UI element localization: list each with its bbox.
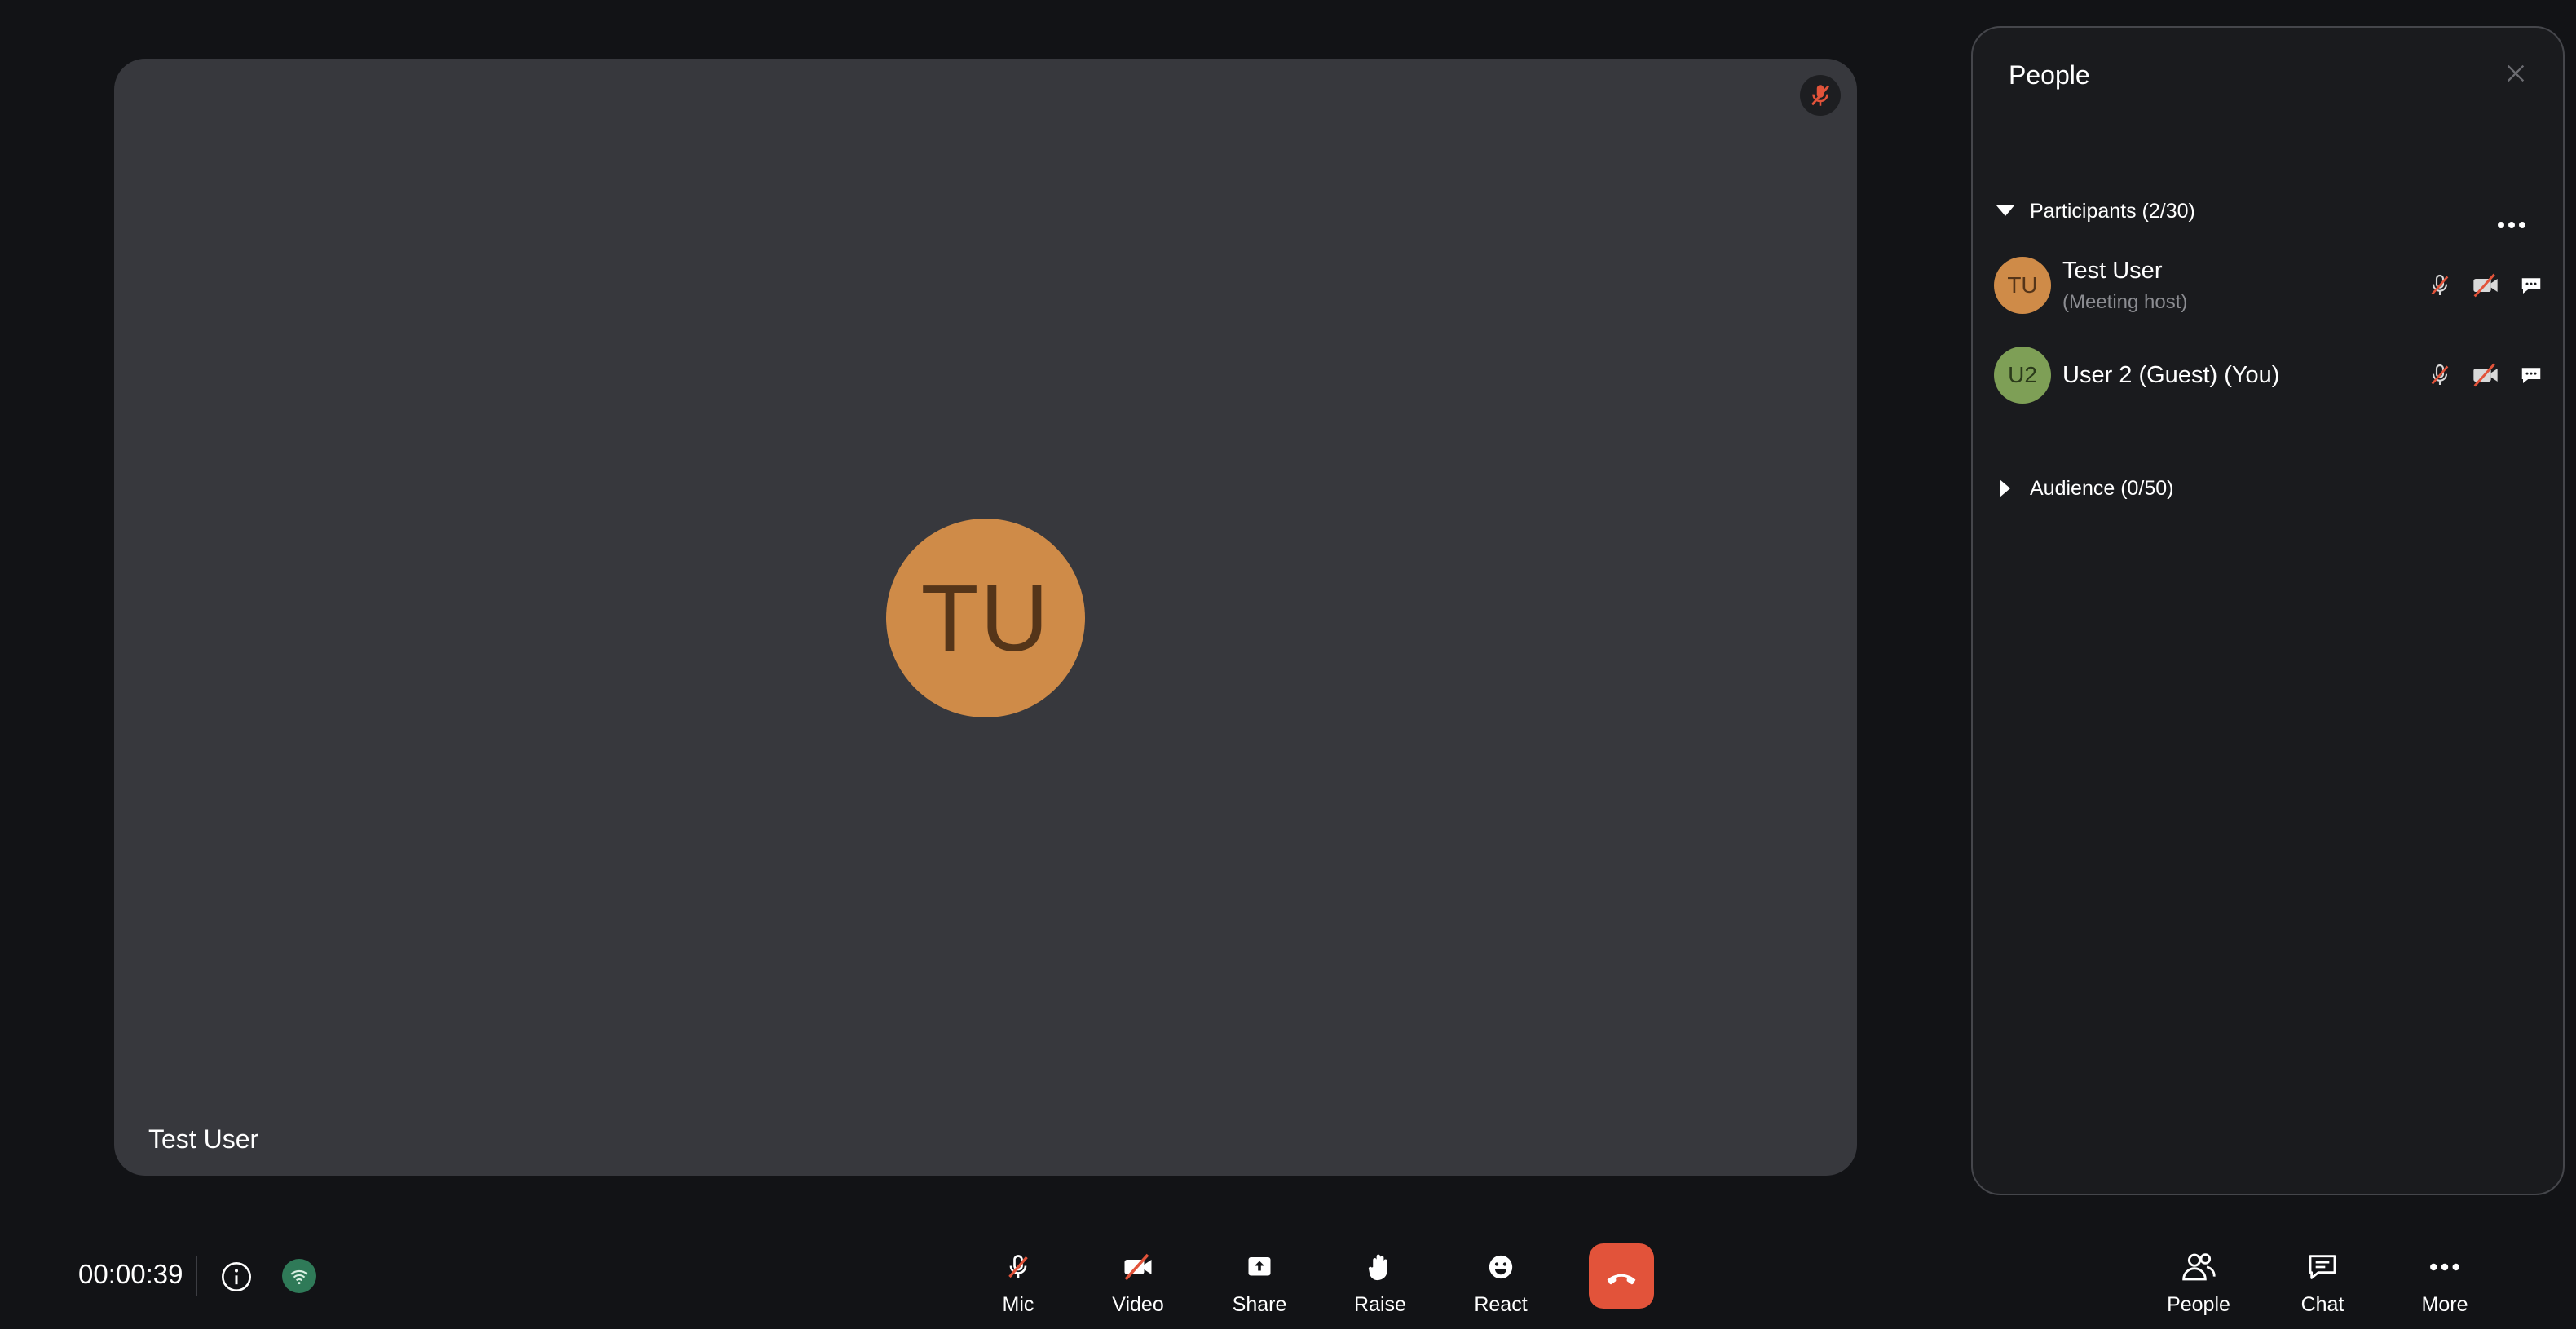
info-icon xyxy=(222,1262,251,1291)
chat-icon xyxy=(2303,1247,2342,1287)
share-button[interactable]: Share xyxy=(1215,1247,1304,1317)
close-panel-button[interactable] xyxy=(2499,57,2532,90)
participants-header: Participants (2/30) xyxy=(2030,199,2195,223)
mic-label: Mic xyxy=(1002,1293,1034,1316)
react-label: React xyxy=(1474,1293,1528,1316)
react-button[interactable]: React xyxy=(1456,1247,1546,1317)
more-horizontal-icon xyxy=(2425,1247,2464,1287)
video-off-icon xyxy=(1118,1247,1158,1287)
participant-name: Test User xyxy=(2062,257,2163,284)
people-label: People xyxy=(2167,1293,2230,1316)
more-horizontal-icon xyxy=(2498,222,2525,228)
network-status-button[interactable] xyxy=(282,1259,316,1293)
meeting-window: TU Test User People Participants (2/30) … xyxy=(0,0,2576,1329)
chat-bubble-icon[interactable] xyxy=(2514,358,2548,392)
participants-more-button[interactable] xyxy=(2491,209,2532,241)
video-label: Video xyxy=(1112,1293,1164,1316)
raise-label: Raise xyxy=(1354,1293,1406,1316)
share-label: Share xyxy=(1232,1293,1287,1316)
tile-name-label: Test User xyxy=(148,1124,259,1154)
participant-row[interactable]: TU Test User (Meeting host) xyxy=(1994,254,2548,316)
participant-row[interactable]: U2 User 2 (Guest) (You) xyxy=(1994,344,2548,406)
chat-label: Chat xyxy=(2300,1293,2344,1316)
more-button[interactable]: More xyxy=(2400,1247,2490,1317)
mic-button[interactable]: Mic xyxy=(973,1247,1063,1317)
share-screen-icon xyxy=(1240,1247,1279,1287)
mic-muted-icon xyxy=(999,1247,1038,1287)
tile-avatar: TU xyxy=(886,519,1085,717)
people-icon xyxy=(2179,1247,2218,1287)
video-tile[interactable]: TU Test User xyxy=(114,59,1857,1176)
caret-right-icon xyxy=(1991,476,2020,501)
participants-section-toggle[interactable]: Participants (2/30) xyxy=(1991,199,2195,223)
wifi-icon xyxy=(290,1269,308,1285)
chat-bubble-icon[interactable] xyxy=(2514,268,2548,302)
end-call-button[interactable] xyxy=(1589,1243,1654,1309)
video-button[interactable]: Video xyxy=(1093,1247,1183,1317)
avatar: TU xyxy=(1994,257,2051,314)
people-panel: People Participants (2/30) TU Test User xyxy=(1971,26,2565,1195)
people-button[interactable]: People xyxy=(2154,1247,2243,1317)
hand-icon xyxy=(1361,1247,1400,1287)
video-off-icon xyxy=(2468,268,2503,302)
muted-mic-icon xyxy=(2423,358,2457,392)
caret-down-icon xyxy=(1991,199,2020,223)
participant-role: (Meeting host) xyxy=(2062,290,2188,313)
video-off-icon xyxy=(2468,358,2503,392)
audience-header: Audience (0/50) xyxy=(2030,476,2174,500)
muted-mic-icon xyxy=(2423,268,2457,302)
avatar: U2 xyxy=(1994,347,2051,404)
divider xyxy=(196,1256,197,1296)
close-icon xyxy=(2507,64,2525,82)
chat-button[interactable]: Chat xyxy=(2278,1247,2367,1317)
tile-muted-mic-icon xyxy=(1800,75,1841,116)
meeting-timer: 00:00:39 xyxy=(78,1259,183,1289)
panel-title: People xyxy=(2009,60,2090,90)
participant-name: User 2 (Guest) (You) xyxy=(2062,361,2280,388)
emoji-icon xyxy=(1481,1247,1520,1287)
more-label: More xyxy=(2421,1293,2468,1316)
audience-section-toggle[interactable]: Audience (0/50) xyxy=(1991,476,2174,501)
raise-hand-button[interactable]: Raise xyxy=(1335,1247,1425,1317)
hang-up-icon xyxy=(1607,1274,1636,1285)
meeting-info-button[interactable] xyxy=(218,1259,254,1295)
